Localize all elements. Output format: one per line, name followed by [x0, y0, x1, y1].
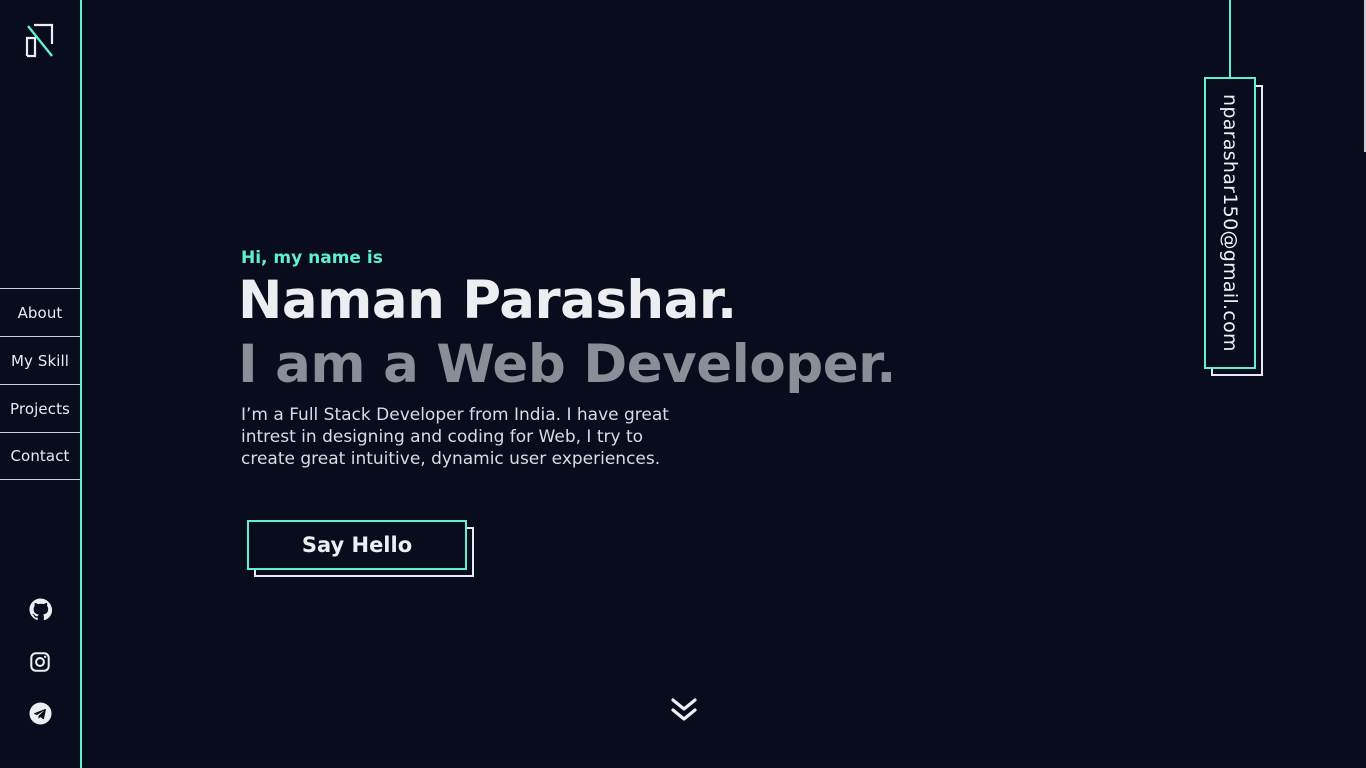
sidebar: About My Skill Projects Contact: [0, 0, 82, 768]
email-text: nparashar150@gmail.com: [1219, 94, 1241, 352]
nav-item-about[interactable]: About: [0, 288, 80, 336]
nav-item-contact[interactable]: Contact: [0, 432, 80, 480]
instagram-link[interactable]: [0, 651, 80, 673]
hero-name: Naman Parashar.: [238, 270, 737, 331]
nav-item-projects[interactable]: Projects: [0, 384, 80, 432]
instagram-icon: [30, 652, 50, 672]
nav-item-my-skill[interactable]: My Skill: [0, 336, 80, 384]
github-icon: [28, 598, 52, 621]
say-hello-button[interactable]: Say Hello: [247, 520, 467, 570]
chevron-double-down-icon[interactable]: [670, 696, 698, 724]
say-hello-wrapper: Say Hello: [247, 520, 475, 578]
hero-role: I am a Web Developer.: [238, 334, 896, 395]
logo-icon[interactable]: [24, 22, 56, 58]
telegram-link[interactable]: [0, 702, 80, 725]
greeting-text: Hi, my name is: [241, 248, 383, 268]
github-link[interactable]: [0, 598, 80, 621]
email-link[interactable]: nparashar150@gmail.com: [1204, 77, 1256, 369]
hero-bio: I’m a Full Stack Developer from India. I…: [241, 405, 669, 469]
sidebar-nav: About My Skill Projects Contact: [0, 288, 80, 480]
email-connector-line: [1229, 0, 1231, 78]
portfolio-page: About My Skill Projects Contact Hi, my n…: [0, 0, 1366, 768]
telegram-icon: [28, 702, 52, 725]
scrollbar[interactable]: [1360, 0, 1366, 152]
